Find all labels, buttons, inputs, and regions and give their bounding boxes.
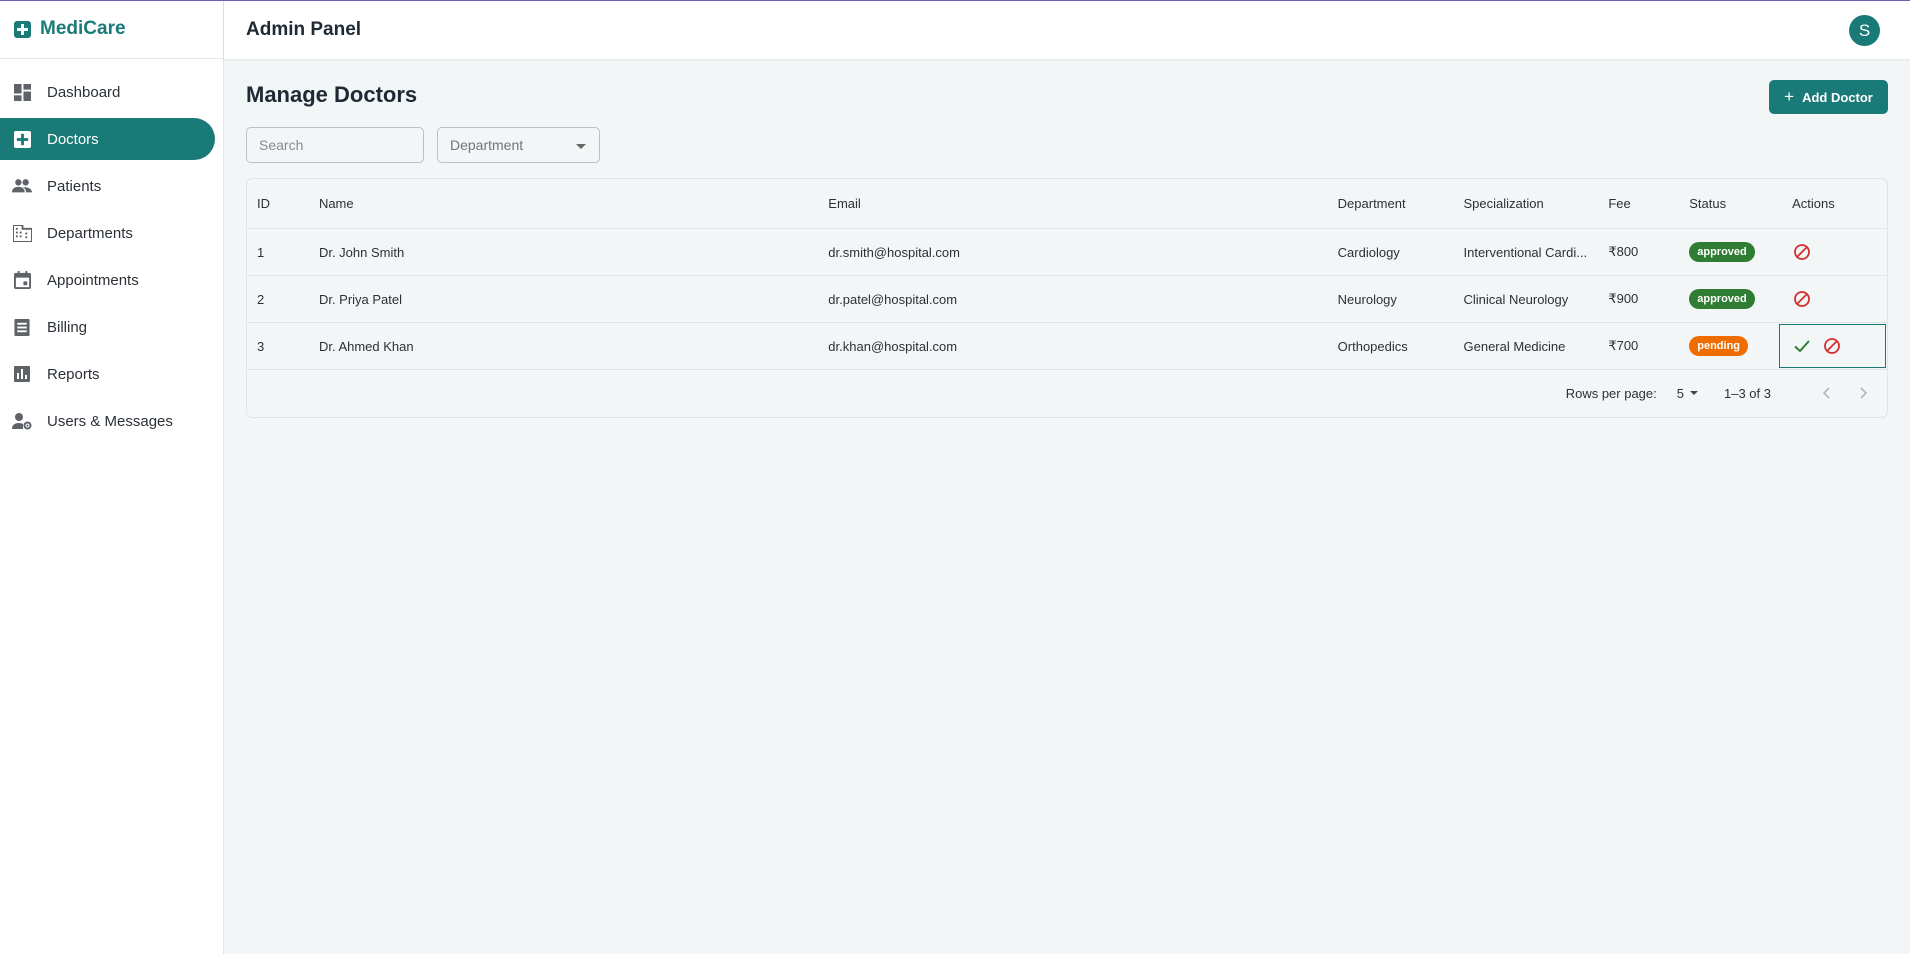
cell-name: Dr. John Smith	[318, 244, 405, 260]
status-badge: approved	[1689, 289, 1755, 309]
plus-icon: +	[1784, 87, 1795, 106]
reject-icon[interactable]	[1792, 289, 1812, 309]
sidebar-item-label: Appointments	[47, 271, 139, 289]
column-header-id[interactable]: ID	[247, 196, 309, 211]
rows-per-page-select[interactable]: 5	[1677, 386, 1698, 401]
cell-fee: ₹700	[1608, 338, 1639, 353]
cell-name: Dr. Priya Patel	[318, 291, 403, 307]
column-header-fee[interactable]: Fee	[1598, 196, 1679, 211]
cell-status: pending	[1679, 336, 1778, 356]
column-header-actions: Actions	[1792, 196, 1835, 211]
next-page-icon[interactable]	[1853, 383, 1873, 403]
bar-chart-icon	[12, 364, 32, 384]
search-input[interactable]	[246, 127, 424, 163]
header-title: Admin Panel	[246, 19, 362, 40]
cell-department: Cardiology	[1337, 244, 1400, 260]
sidebar-item-appointments[interactable]: Appointments	[0, 259, 215, 301]
page-title: Manage Doctors	[246, 82, 418, 107]
dropdown-caret-icon	[576, 144, 586, 149]
rows-per-page-label: Rows per page:	[1565, 385, 1657, 401]
column-header-specialization[interactable]: Specialization	[1454, 196, 1599, 211]
rows-per-page-value: 5	[1676, 385, 1684, 401]
cell-id: 2	[257, 291, 265, 307]
status-badge: pending	[1689, 336, 1749, 356]
sidebar-item-label: Departments	[47, 224, 133, 242]
cell-status: approved	[1679, 242, 1778, 262]
building-icon	[12, 223, 32, 243]
column-header-department[interactable]: Department	[1328, 196, 1454, 211]
sidebar: MediCare Dashboard Doctors Patients Depa…	[0, 0, 224, 954]
sidebar-item-patients[interactable]: Patients	[0, 165, 215, 207]
add-doctor-button[interactable]: + Add Doctor	[1769, 80, 1888, 114]
medical-plus-icon	[12, 129, 32, 149]
cell-email: dr.smith@hospital.com	[828, 244, 960, 260]
column-header-status[interactable]: Status	[1679, 196, 1778, 211]
cell-email: dr.khan@hospital.com	[828, 338, 958, 354]
cell-specialization: General Medicine	[1463, 338, 1566, 354]
app-bar: Admin Panel S	[224, 1, 1910, 59]
medical-plus-icon	[14, 20, 31, 38]
reject-icon[interactable]	[1822, 336, 1842, 356]
sidebar-item-departments[interactable]: Departments	[0, 212, 215, 254]
cell-status: approved	[1679, 289, 1778, 309]
dashboard-icon	[12, 82, 32, 102]
cell-actions	[1778, 323, 1887, 369]
sidebar-item-label: Users & Messages	[47, 412, 173, 430]
calendar-icon	[12, 270, 32, 290]
status-badge: approved	[1689, 242, 1755, 262]
table-row[interactable]: 3 Dr. Ahmed Khan dr.khan@hospital.com Or…	[247, 323, 1887, 370]
cell-id: 1	[257, 244, 265, 260]
column-header-name[interactable]: Name	[309, 196, 818, 211]
table-pagination: Rows per page: 5 1–3 of 3	[247, 370, 1887, 416]
receipt-icon	[12, 317, 32, 337]
cell-fee: ₹900	[1608, 291, 1639, 306]
table-row[interactable]: 1 Dr. John Smith dr.smith@hospital.com C…	[247, 229, 1887, 276]
sidebar-item-reports[interactable]: Reports	[0, 353, 215, 395]
brand-name: MediCare	[40, 18, 126, 39]
sidebar-item-label: Patients	[47, 177, 102, 195]
dropdown-caret-icon	[1690, 391, 1698, 395]
cell-actions	[1778, 276, 1887, 322]
sidebar-item-dashboard[interactable]: Dashboard	[0, 71, 215, 113]
sidebar-item-users-messages[interactable]: Users & Messages	[0, 400, 215, 442]
cell-fee: ₹800	[1608, 244, 1639, 259]
column-header-email[interactable]: Email	[818, 196, 1327, 211]
sidebar-item-label: Billing	[47, 318, 88, 336]
sidebar-nav: Dashboard Doctors Patients Departments A…	[0, 59, 223, 442]
sidebar-item-label: Dashboard	[47, 83, 121, 101]
user-settings-icon	[12, 411, 32, 431]
people-icon	[12, 176, 32, 196]
sidebar-item-label: Doctors	[47, 130, 99, 148]
sidebar-item-doctors[interactable]: Doctors	[0, 118, 215, 160]
cell-actions	[1778, 229, 1887, 275]
user-avatar[interactable]: S	[1849, 15, 1880, 46]
sidebar-item-label: Reports	[47, 365, 100, 383]
department-select[interactable]: Department	[437, 127, 600, 163]
table-header-row: ID Name Email Department Specialization …	[247, 179, 1887, 229]
approve-check-icon[interactable]	[1792, 336, 1812, 356]
doctors-table: ID Name Email Department Specialization …	[246, 178, 1888, 418]
add-doctor-label: Add Doctor	[1802, 89, 1873, 105]
department-select-value: Department	[450, 137, 524, 153]
brand[interactable]: MediCare	[0, 0, 223, 59]
previous-page-icon[interactable]	[1817, 383, 1837, 403]
pagination-range: 1–3 of 3	[1724, 385, 1771, 401]
sidebar-item-billing[interactable]: Billing	[0, 306, 215, 348]
window-top-border	[0, 0, 1910, 1]
reject-icon[interactable]	[1792, 242, 1812, 262]
cell-id: 3	[257, 338, 265, 354]
cell-name: Dr. Ahmed Khan	[318, 338, 414, 354]
cell-email: dr.patel@hospital.com	[828, 291, 958, 307]
cell-specialization: Interventional Cardi...	[1463, 244, 1588, 260]
table-row[interactable]: 2 Dr. Priya Patel dr.patel@hospital.com …	[247, 276, 1887, 323]
cell-department: Neurology	[1337, 291, 1397, 307]
cell-specialization: Clinical Neurology	[1463, 291, 1569, 307]
cell-department: Orthopedics	[1337, 338, 1408, 354]
